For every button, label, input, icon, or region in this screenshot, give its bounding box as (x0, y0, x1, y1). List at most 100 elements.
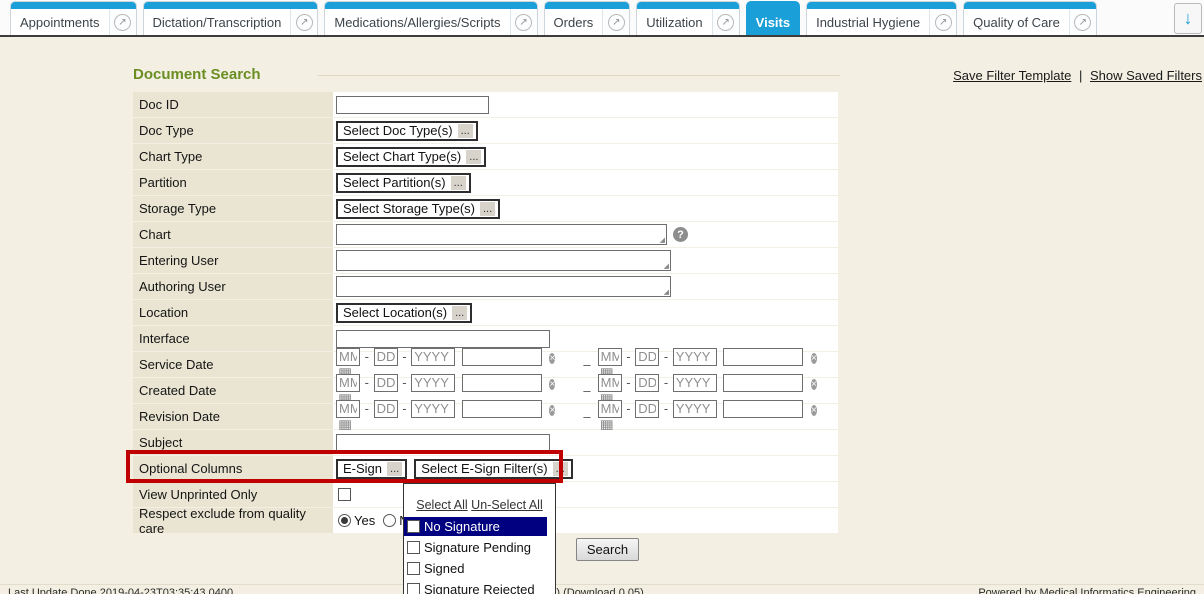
popout-button[interactable]: ↗ (712, 9, 739, 35)
option-checkbox[interactable] (407, 583, 420, 594)
clear-date-icon[interactable]: × (811, 353, 817, 364)
popout-icon[interactable]: ↗ (114, 14, 131, 31)
popout-icon[interactable]: ↗ (515, 14, 532, 31)
month-input[interactable] (336, 374, 360, 392)
popout-icon[interactable]: ↗ (1074, 14, 1091, 31)
month-input[interactable] (336, 400, 360, 418)
tab-label[interactable]: Dictation/Transcription (144, 15, 291, 30)
date-input[interactable] (462, 374, 542, 392)
date-input[interactable] (723, 374, 803, 392)
tab-visits[interactable]: Visits (746, 1, 800, 35)
option-checkbox[interactable] (407, 562, 420, 575)
view-unprinted-checkbox[interactable] (338, 488, 351, 501)
dropdown-blank-area (404, 484, 555, 498)
popout-icon[interactable]: ↗ (296, 14, 313, 31)
year-input[interactable] (411, 400, 455, 418)
esign-button[interactable]: E-Sign ... (336, 459, 407, 479)
clear-date-icon[interactable]: × (811, 405, 817, 416)
respect-quality-yes-radio[interactable] (338, 514, 351, 527)
help-icon[interactable]: ? (673, 227, 688, 242)
day-input[interactable] (374, 374, 398, 392)
day-input[interactable] (374, 348, 398, 366)
subject-input[interactable] (336, 434, 550, 452)
popout-button[interactable]: ↗ (290, 9, 317, 35)
tab-label[interactable]: Orders (545, 15, 603, 30)
button-label: Select Storage Type(s) (343, 201, 475, 216)
popout-button[interactable]: ↗ (602, 9, 629, 35)
tab-label[interactable]: Utilization (637, 15, 711, 30)
dropdown-option-no-signature[interactable]: No Signature (404, 517, 547, 536)
dropdown-option-signature-pending[interactable]: Signature Pending (404, 538, 555, 557)
tab-label[interactable]: Medications/Allergies/Scripts (325, 15, 509, 30)
month-input[interactable] (336, 348, 360, 366)
tab-bar: Appointments ↗ Dictation/Transcription ↗… (0, 0, 1204, 37)
year-input[interactable] (673, 374, 717, 392)
select-partitions-button[interactable]: Select Partition(s) ... (336, 173, 471, 193)
month-input[interactable] (598, 374, 622, 392)
chart-input[interactable] (336, 224, 667, 245)
select-all-link[interactable]: Select All (416, 498, 467, 512)
tab-label[interactable]: Visits (747, 15, 799, 30)
day-input[interactable] (635, 374, 659, 392)
month-input[interactable] (598, 400, 622, 418)
doc-id-input[interactable] (336, 96, 489, 114)
select-storage-types-button[interactable]: Select Storage Type(s) ... (336, 199, 500, 219)
tab-dictation-transcription[interactable]: Dictation/Transcription ↗ (143, 1, 319, 35)
clear-date-icon[interactable]: × (549, 405, 555, 416)
respect-quality-no-radio[interactable] (383, 514, 396, 527)
year-input[interactable] (673, 400, 717, 418)
popout-button[interactable]: ↗ (510, 9, 537, 35)
popout-button[interactable]: ↗ (1069, 9, 1096, 35)
option-checkbox[interactable] (407, 541, 420, 554)
day-input[interactable] (635, 400, 659, 418)
select-esign-filters-button[interactable]: Select E-Sign Filter(s) ... (414, 459, 573, 479)
date-input[interactable] (462, 400, 542, 418)
year-input[interactable] (411, 348, 455, 366)
date-input[interactable] (462, 348, 542, 366)
save-filter-template-link[interactable]: Save Filter Template (953, 68, 1071, 83)
tab-body: Appointments ↗ (11, 9, 136, 35)
select-locations-button[interactable]: Select Location(s) ... (336, 303, 472, 323)
popout-button[interactable]: ↗ (929, 9, 956, 35)
tab-orders[interactable]: Orders ↗ (544, 1, 631, 35)
search-button[interactable]: Search (576, 538, 639, 561)
day-input[interactable] (635, 348, 659, 366)
tab-quality-of-care[interactable]: Quality of Care ↗ (963, 1, 1097, 35)
date-input[interactable] (723, 400, 803, 418)
tab-label[interactable]: Industrial Hygiene (807, 15, 929, 30)
popout-icon[interactable]: ↗ (935, 14, 952, 31)
popout-icon[interactable]: ↗ (608, 14, 625, 31)
tab-body: Quality of Care ↗ (964, 9, 1096, 35)
dropdown-option-signed[interactable]: Signed (404, 559, 555, 578)
button-label: Select Partition(s) (343, 175, 446, 190)
clear-date-icon[interactable]: × (549, 379, 555, 390)
tab-label[interactable]: Quality of Care (964, 15, 1069, 30)
tab-appointments[interactable]: Appointments ↗ (10, 1, 137, 35)
day-input[interactable] (374, 400, 398, 418)
popout-button[interactable]: ↗ (109, 9, 136, 35)
ellipsis-icon: ... (451, 176, 466, 190)
tab-medications-allergies-scripts[interactable]: Medications/Allergies/Scripts ↗ (324, 1, 537, 35)
option-checkbox[interactable] (407, 520, 420, 533)
clear-date-icon[interactable]: × (549, 353, 555, 364)
year-input[interactable] (673, 348, 717, 366)
dropdown-option-signature-rejected[interactable]: Signature Rejected (404, 580, 555, 594)
scroll-down-button[interactable]: ↓ (1174, 3, 1202, 34)
show-saved-filters-link[interactable]: Show Saved Filters (1090, 68, 1202, 83)
clear-date-icon[interactable]: × (811, 379, 817, 390)
entering-user-input[interactable] (336, 250, 671, 271)
popout-icon[interactable]: ↗ (717, 14, 734, 31)
tab-label[interactable]: Appointments (11, 15, 109, 30)
date-input[interactable] (723, 348, 803, 366)
tab-utilization[interactable]: Utilization ↗ (636, 1, 739, 35)
select-chart-types-button[interactable]: Select Chart Type(s) ... (336, 147, 486, 167)
interface-input[interactable] (336, 330, 550, 348)
form-row-chart-type: Chart Type Select Chart Type(s) ... (133, 144, 838, 169)
tab-industrial-hygiene[interactable]: Industrial Hygiene ↗ (806, 1, 957, 35)
unselect-all-link[interactable]: Un-Select All (471, 498, 543, 512)
year-input[interactable] (411, 374, 455, 392)
form-row-doc-type: Doc Type Select Doc Type(s) ... (133, 118, 838, 143)
month-input[interactable] (598, 348, 622, 366)
select-doc-types-button[interactable]: Select Doc Type(s) ... (336, 121, 478, 141)
authoring-user-input[interactable] (336, 276, 671, 297)
